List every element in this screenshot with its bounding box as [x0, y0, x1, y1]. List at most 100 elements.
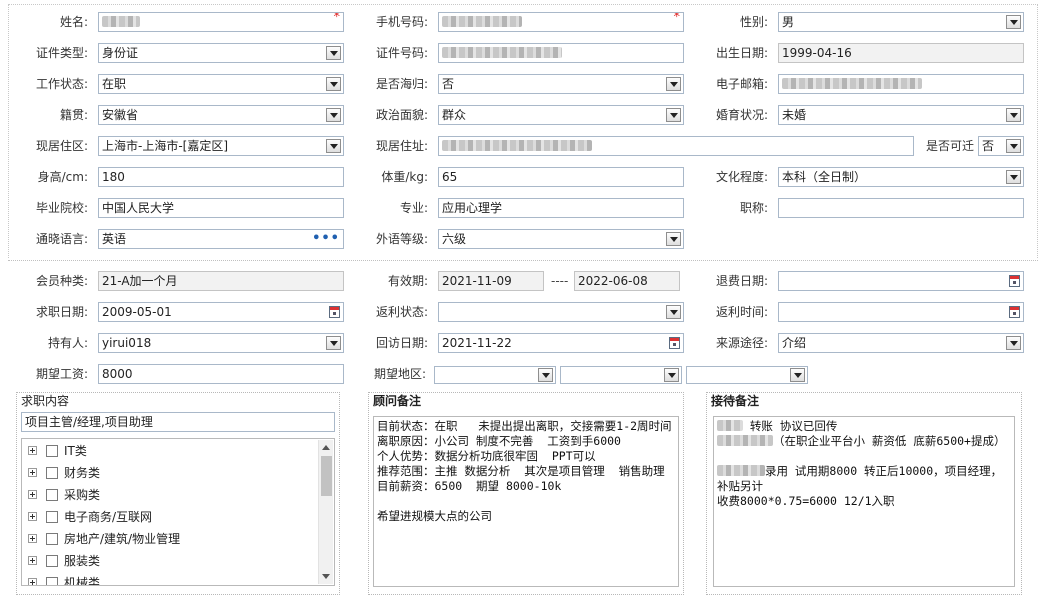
- dropdown-arrow-icon[interactable]: [326, 77, 341, 91]
- category-label: 财务类: [64, 466, 101, 480]
- rebate-time-field[interactable]: [778, 302, 1024, 322]
- checkbox[interactable]: [46, 576, 58, 585]
- id-number-field[interactable]: [438, 43, 684, 63]
- expected-region-select-2[interactable]: [560, 366, 682, 384]
- tree-item[interactable]: 服装类: [28, 551, 100, 571]
- job-date-field[interactable]: 2009-05-01: [98, 302, 344, 322]
- scrollbar-thumb[interactable]: [321, 456, 332, 496]
- job-date-label: 求职日期:: [35, 305, 88, 319]
- relocatable-select[interactable]: 否: [978, 136, 1024, 156]
- education-select[interactable]: 本科（全日制）: [778, 167, 1024, 187]
- dropdown-arrow-icon[interactable]: [326, 336, 341, 350]
- holder-select[interactable]: yirui018: [98, 333, 344, 353]
- checkbox[interactable]: [46, 444, 58, 457]
- rebate-time-label: 返利时间:: [715, 305, 768, 319]
- marital-status-select[interactable]: 未婚: [778, 105, 1024, 125]
- id-number-label: 证件号码:: [375, 46, 428, 60]
- language-field[interactable]: 英语 •••: [98, 229, 344, 249]
- tree-item[interactable]: 财务类: [28, 463, 100, 483]
- category-tree[interactable]: IT类 财务类 采购类 电子商务/互联网 房地产/建筑/物业管理 服装类 机械类: [21, 438, 335, 586]
- name-field[interactable]: *: [98, 12, 344, 32]
- expected-region-select-3[interactable]: [686, 366, 808, 384]
- calendar-icon[interactable]: [1009, 275, 1020, 287]
- residence-area-value: 上海市-上海市-[嘉定区]: [102, 139, 229, 153]
- calendar-icon[interactable]: [329, 306, 340, 318]
- visit-date-field[interactable]: 2021-11-22: [438, 333, 684, 353]
- section-divider: [8, 260, 1038, 261]
- height-field[interactable]: 180: [98, 167, 344, 187]
- scroll-down-icon[interactable]: [322, 574, 330, 579]
- dropdown-arrow-icon[interactable]: [326, 139, 341, 153]
- dropdown-arrow-icon[interactable]: [1006, 170, 1021, 184]
- refund-date-field[interactable]: [778, 271, 1024, 291]
- dropdown-arrow-icon[interactable]: [1006, 108, 1021, 122]
- rebate-status-select[interactable]: [438, 302, 684, 322]
- expand-icon[interactable]: [28, 490, 37, 499]
- vertical-scrollbar[interactable]: [318, 440, 333, 584]
- expected-salary-field[interactable]: 8000: [98, 364, 344, 384]
- calendar-icon[interactable]: [669, 337, 680, 349]
- education-value: 本科（全日制）: [782, 170, 867, 184]
- dropdown-arrow-icon[interactable]: [666, 232, 681, 246]
- tree-item[interactable]: 机械类: [28, 573, 100, 585]
- expand-icon[interactable]: [28, 512, 37, 521]
- dropdown-arrow-icon[interactable]: [666, 108, 681, 122]
- tree-item[interactable]: 电子商务/互联网: [28, 507, 152, 527]
- foreign-level-label: 外语等级:: [375, 232, 428, 246]
- checkbox[interactable]: [46, 510, 58, 523]
- expand-icon[interactable]: [28, 446, 37, 455]
- overseas-return-select[interactable]: 否: [438, 74, 684, 94]
- selected-positions-field[interactable]: 项目主管/经理,项目助理: [21, 412, 335, 432]
- checkbox[interactable]: [46, 466, 58, 479]
- tree-item[interactable]: 房地产/建筑/物业管理: [28, 529, 180, 549]
- scroll-up-icon[interactable]: [322, 445, 330, 450]
- checkbox[interactable]: [46, 554, 58, 567]
- advisor-notes-textarea[interactable]: 目前状态：在职 未提出提出离职，交接需要1-2周时间 离职原因：小公司 制度不完…: [373, 416, 679, 587]
- native-place-value: 安徽省: [102, 108, 139, 122]
- checkbox[interactable]: [46, 532, 58, 545]
- tree-item[interactable]: 采购类: [28, 485, 100, 505]
- dropdown-arrow-icon[interactable]: [666, 77, 681, 91]
- dropdown-arrow-icon[interactable]: [1006, 336, 1021, 350]
- political-status-select[interactable]: 群众: [438, 105, 684, 125]
- expand-icon[interactable]: [28, 534, 37, 543]
- calendar-icon[interactable]: [1009, 306, 1020, 318]
- id-type-select[interactable]: 身份证: [98, 43, 344, 63]
- tree-item[interactable]: IT类: [28, 441, 87, 461]
- political-status-value: 群众: [442, 108, 467, 122]
- dropdown-arrow-icon[interactable]: [326, 46, 341, 60]
- gender-select[interactable]: 男: [778, 12, 1024, 32]
- address-field[interactable]: [438, 136, 914, 156]
- address-label: 现居住址:: [375, 139, 428, 153]
- more-options-icon[interactable]: •••: [312, 230, 340, 248]
- checkbox[interactable]: [46, 488, 58, 501]
- dropdown-arrow-icon[interactable]: [664, 368, 679, 382]
- expand-icon[interactable]: [28, 468, 37, 477]
- residence-area-select[interactable]: 上海市-上海市-[嘉定区]: [98, 136, 344, 156]
- dropdown-arrow-icon[interactable]: [538, 368, 553, 382]
- reception-note-line: 转账 协议已回传: [717, 419, 1011, 434]
- dropdown-arrow-icon[interactable]: [666, 305, 681, 319]
- dropdown-arrow-icon[interactable]: [1006, 139, 1021, 153]
- major-field[interactable]: 应用心理学: [438, 198, 684, 218]
- weight-field[interactable]: 65: [438, 167, 684, 187]
- expected-region-select-1[interactable]: [434, 366, 556, 384]
- title-field[interactable]: [778, 198, 1024, 218]
- dropdown-arrow-icon[interactable]: [326, 108, 341, 122]
- source-label: 来源途径:: [715, 336, 768, 350]
- dropdown-arrow-icon[interactable]: [790, 368, 805, 382]
- reception-notes-textarea[interactable]: 转账 协议已回传 （在职企业平台小 薪资低 底薪6500+提成） 录用 试用期8…: [713, 416, 1015, 587]
- expand-icon[interactable]: [28, 556, 37, 565]
- native-place-select[interactable]: 安徽省: [98, 105, 344, 125]
- dropdown-arrow-icon[interactable]: [1006, 15, 1021, 29]
- source-select[interactable]: 介绍: [778, 333, 1024, 353]
- category-label: 电子商务/互联网: [64, 510, 153, 524]
- phone-field[interactable]: *: [438, 12, 684, 32]
- work-status-select[interactable]: 在职: [98, 74, 344, 94]
- email-field[interactable]: [778, 74, 1024, 94]
- foreign-level-select[interactable]: 六级: [438, 229, 684, 249]
- expand-icon[interactable]: [28, 578, 37, 585]
- school-field[interactable]: 中国人民大学: [98, 198, 344, 218]
- relocatable-value: 否: [982, 139, 995, 153]
